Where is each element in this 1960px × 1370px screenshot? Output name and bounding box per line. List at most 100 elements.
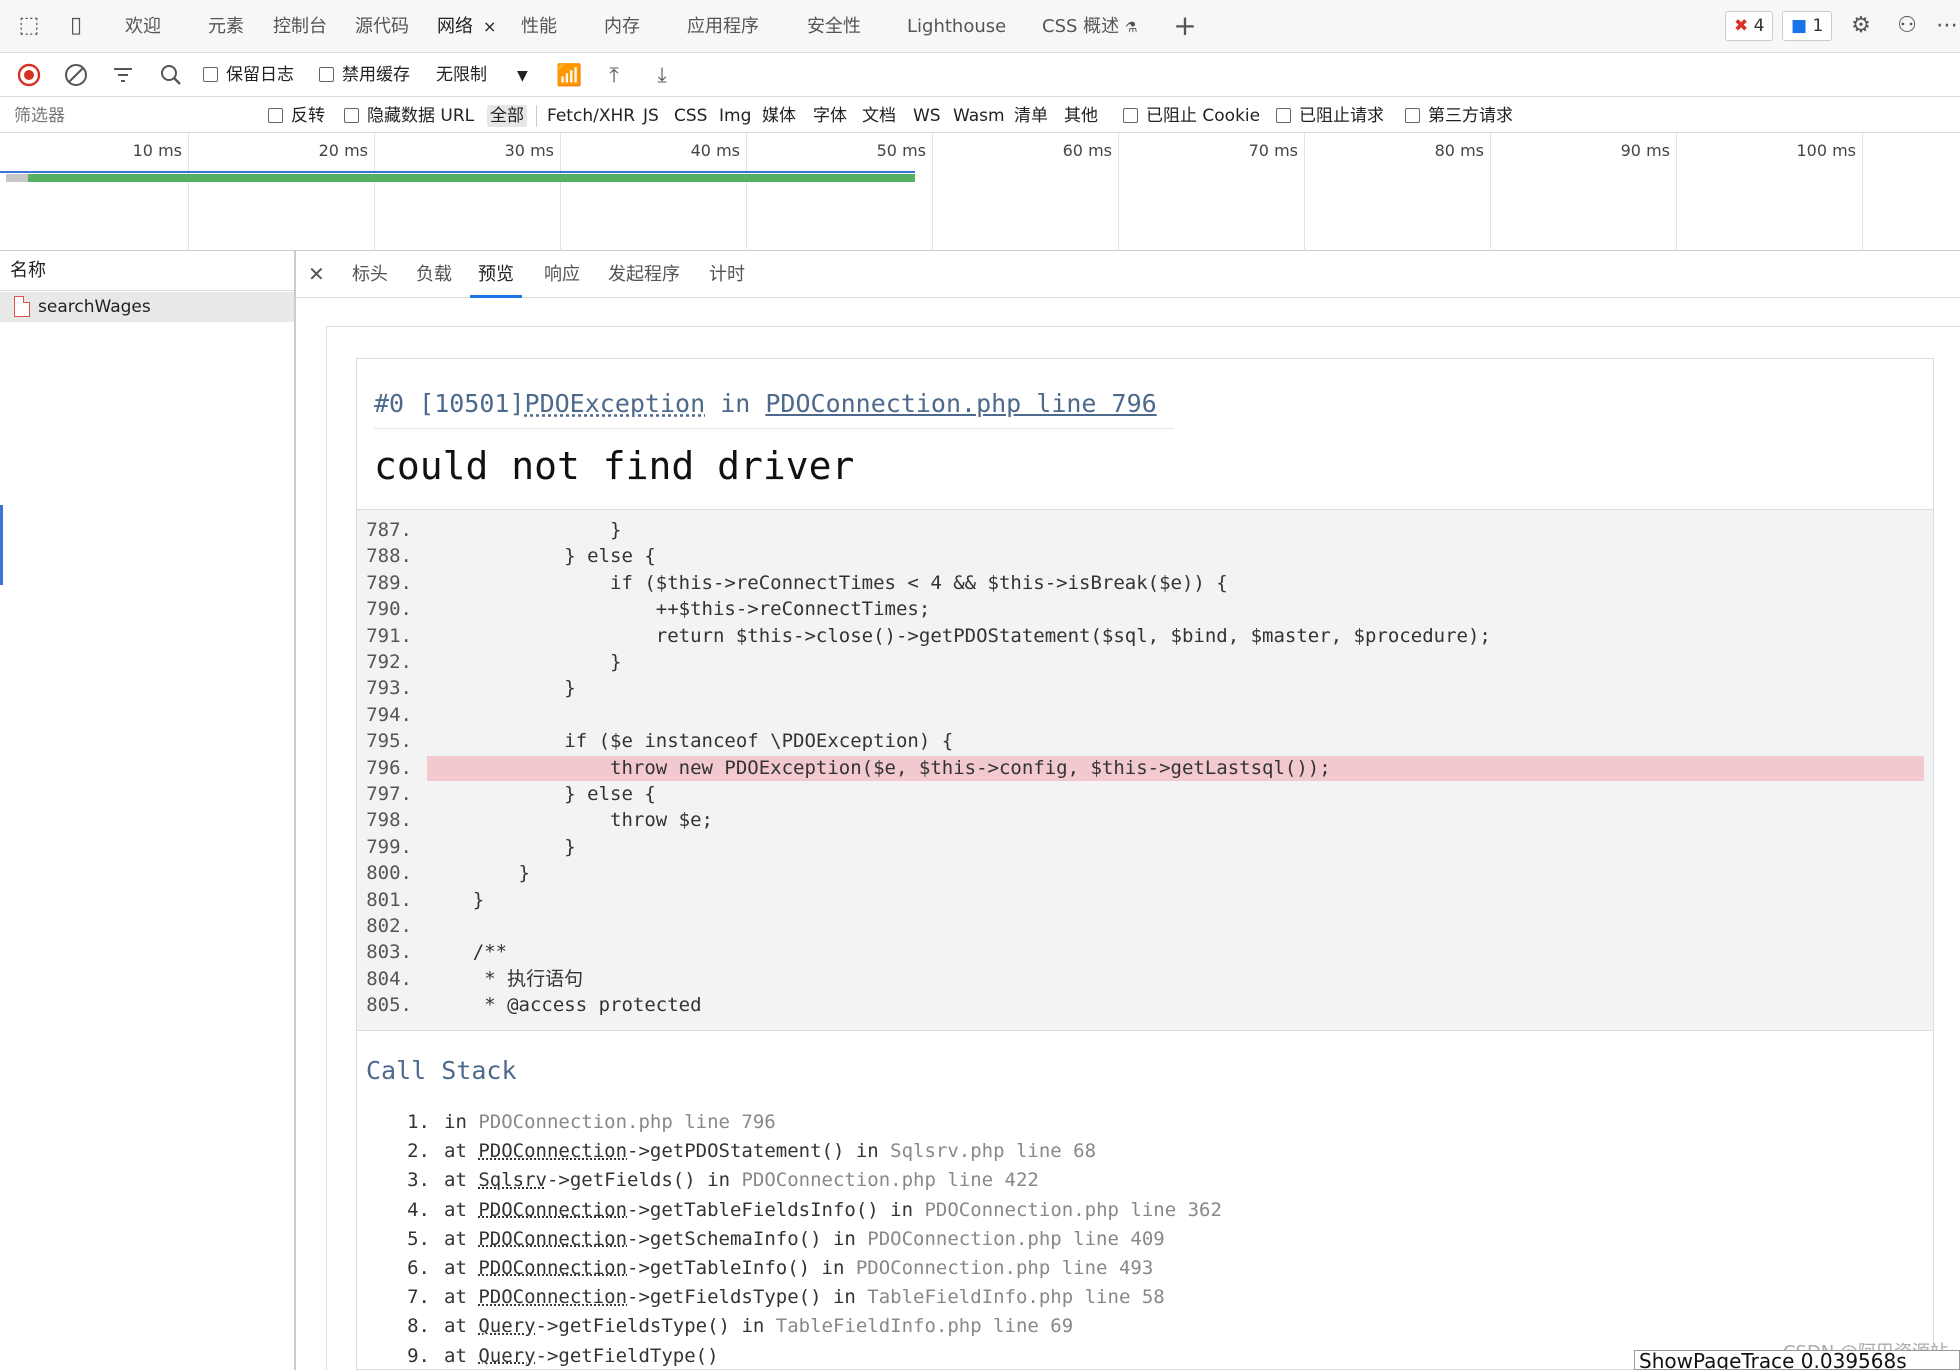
network-conditions-icon[interactable]: 📶	[556, 62, 582, 88]
code-text: * @access protected	[427, 994, 702, 1017]
call-stack-file[interactable]: PDOConnection.php line 422	[741, 1169, 1038, 1191]
timeline-gridline	[1304, 133, 1305, 251]
call-stack-number: 3.	[407, 1169, 430, 1192]
add-tab-icon[interactable]: +	[1172, 12, 1198, 40]
call-stack-class[interactable]: Sqlsrv	[478, 1169, 547, 1191]
blocked-requests-checkbox[interactable]: 已阻止请求	[1276, 105, 1384, 127]
filter-type-img[interactable]: Img	[719, 105, 751, 127]
call-stack-file[interactable]: PDOConnection.php line 409	[867, 1228, 1164, 1250]
code-line: 800. }	[357, 860, 1933, 886]
call-stack-class[interactable]: PDOConnection	[478, 1257, 627, 1279]
call-stack-number: 5.	[407, 1227, 430, 1250]
errors-badge[interactable]: ✖ 4	[1725, 11, 1774, 41]
line-number: 802.	[366, 915, 412, 937]
filter-input[interactable]: 筛选器	[14, 105, 65, 127]
tab-memory[interactable]: 内存	[604, 0, 640, 53]
import-har-icon[interactable]: ⤒	[601, 62, 627, 88]
call-stack-file[interactable]: PDOConnection.php line 796	[478, 1111, 775, 1133]
filter-bar: 筛选器 反转 隐藏数据 URL 全部 Fetch/XHR JS CSS Img …	[0, 97, 1960, 133]
filter-type-font[interactable]: 字体	[813, 105, 847, 127]
tab-payload[interactable]: 负载	[416, 251, 452, 298]
blocked-requests-label: 已阻止请求	[1299, 106, 1384, 126]
code-text: }	[427, 888, 485, 911]
call-stack-item: 8. at Query->getFieldsType() in TableFiel…	[366, 1312, 1073, 1340]
call-stack-method: ->getSchemaInfo()	[627, 1227, 822, 1250]
code-text: }	[427, 862, 530, 885]
tab-welcome[interactable]: 欢迎	[125, 0, 161, 53]
tab-security[interactable]: 安全性	[807, 0, 861, 53]
call-stack-class[interactable]: Query	[478, 1345, 535, 1367]
call-stack-class[interactable]: PDOConnection	[478, 1140, 627, 1162]
export-har-icon[interactable]: ⤓	[649, 62, 675, 88]
call-stack-file[interactable]: TableFieldInfo.php line 58	[867, 1286, 1164, 1308]
filter-type-media[interactable]: 媒体	[762, 105, 796, 127]
device-emulation-icon[interactable]: ▯	[63, 13, 89, 39]
timeline-overview[interactable]: 10 ms 20 ms 30 ms 40 ms 50 ms 60 ms 70 ms 80 ms…	[0, 133, 1960, 251]
tab-network[interactable]: 网络 ×	[437, 0, 496, 53]
call-stack-file[interactable]: Sqlsrv.php line 68	[890, 1140, 1096, 1162]
exception-class-link[interactable]: PDOException	[525, 389, 706, 418]
tab-console[interactable]: 控制台	[273, 0, 327, 53]
filter-type-manifest[interactable]: 清单	[1014, 105, 1048, 127]
tab-preview[interactable]: 预览	[470, 251, 522, 298]
call-stack-class[interactable]: PDOConnection	[478, 1286, 627, 1308]
call-stack-class[interactable]: Query	[478, 1315, 535, 1337]
call-stack-file[interactable]: PDOConnection.php line 493	[856, 1257, 1153, 1279]
filter-type-ws[interactable]: WS	[913, 105, 941, 127]
tab-initiator[interactable]: 发起程序	[608, 251, 680, 298]
filter-type-all[interactable]: 全部	[487, 105, 527, 127]
code-text: return $this->close()->getPDOStatement($…	[427, 624, 1491, 647]
call-stack-class[interactable]: PDOConnection	[478, 1199, 627, 1221]
tab-sources[interactable]: 源代码	[355, 0, 409, 53]
filter-type-css[interactable]: CSS	[674, 105, 707, 127]
filter-type-doc[interactable]: 文档	[862, 105, 896, 127]
tab-elements[interactable]: 元素	[208, 0, 244, 53]
tab-performance[interactable]: 性能	[521, 0, 557, 53]
tab-lighthouse[interactable]: Lighthouse	[907, 0, 1006, 53]
preserve-log-checkbox[interactable]: 保留日志	[203, 63, 294, 87]
search-icon[interactable]	[158, 62, 184, 88]
customize-icon[interactable]: ⚇	[1894, 13, 1920, 39]
name-column-header[interactable]: 名称	[0, 251, 294, 291]
filter-type-wasm[interactable]: Wasm	[953, 105, 1005, 127]
waterfall-bar-blue	[0, 171, 915, 173]
clear-icon[interactable]	[63, 62, 89, 88]
request-row[interactable]: searchWages	[0, 292, 294, 322]
call-stack-prefix: at	[444, 1286, 479, 1309]
close-icon[interactable]: ×	[483, 17, 496, 36]
tab-response[interactable]: 响应	[544, 251, 580, 298]
tab-headers[interactable]: 标头	[352, 251, 388, 298]
record-stop-icon[interactable]	[16, 62, 42, 88]
request-name: searchWages	[38, 297, 151, 317]
issues-badge[interactable]: ■ 1	[1782, 11, 1833, 41]
tab-application[interactable]: 应用程序	[687, 0, 759, 53]
tab-timing[interactable]: 计时	[709, 251, 745, 298]
call-stack-class[interactable]: PDOConnection	[478, 1228, 627, 1250]
call-stack-file[interactable]: TableFieldInfo.php line 69	[776, 1315, 1073, 1337]
filter-type-other[interactable]: 其他	[1064, 105, 1098, 127]
settings-gear-icon[interactable]: ⚙	[1848, 13, 1874, 39]
call-stack-file[interactable]: PDOConnection.php line 362	[924, 1199, 1221, 1221]
call-stack-prefix: at	[444, 1315, 479, 1338]
filter-type-fetch-xhr[interactable]: Fetch/XHR	[547, 105, 635, 127]
page-trace-button[interactable]: ShowPageTrace 0.039568s	[1634, 1350, 1960, 1370]
code-line: 789. if ($this->reConnectTimes < 4 && $t…	[357, 570, 1933, 596]
third-party-checkbox[interactable]: 第三方请求	[1405, 105, 1513, 127]
filter-type-js[interactable]: JS	[643, 105, 659, 127]
more-options-icon[interactable]: ⋯	[1934, 13, 1960, 39]
throttling-select[interactable]: 无限制 ▼	[436, 63, 528, 87]
tab-css-overview[interactable]: CSS 概述 ⚗	[1042, 0, 1137, 53]
exception-location-link[interactable]: PDOConnection.php line 796	[765, 389, 1156, 418]
disable-cache-checkbox[interactable]: 禁用缓存	[319, 63, 410, 87]
inspect-element-icon[interactable]: ⬚	[16, 13, 42, 39]
checkbox-box	[1123, 108, 1138, 123]
call-stack-item: 3. at Sqlsrv->getFields() in PDOConnectio…	[366, 1166, 1039, 1194]
code-line: 801. }	[357, 887, 1933, 913]
checkbox-box	[268, 108, 283, 123]
filter-icon[interactable]	[110, 62, 136, 88]
hide-data-urls-checkbox[interactable]: 隐藏数据 URL	[344, 105, 474, 127]
close-detail-icon[interactable]: ✕	[308, 251, 325, 298]
blocked-cookies-checkbox[interactable]: 已阻止 Cookie	[1123, 105, 1260, 127]
code-line: 792. }	[357, 649, 1933, 675]
invert-checkbox[interactable]: 反转	[268, 105, 325, 127]
